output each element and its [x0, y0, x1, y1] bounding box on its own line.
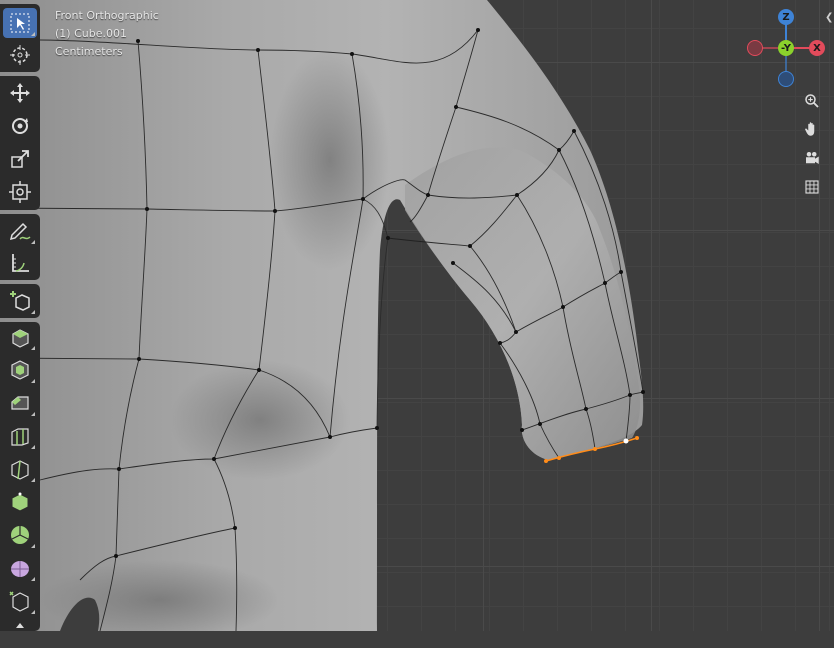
inset-tool-button[interactable]	[3, 355, 37, 385]
scale-icon	[11, 150, 29, 168]
pan-button[interactable]	[800, 117, 824, 141]
bevel-tool-button[interactable]	[3, 388, 37, 418]
inset-icon	[11, 360, 29, 380]
hand-icon	[805, 122, 815, 136]
select-box-icon	[10, 13, 30, 33]
scale-tool-button[interactable]	[3, 144, 37, 174]
extrude-tool-button[interactable]	[3, 322, 37, 352]
cursor-icon	[10, 45, 30, 65]
smooth-tool-button[interactable]	[3, 553, 37, 583]
tool-group-edit	[0, 322, 40, 631]
grid-icon	[805, 180, 819, 194]
camera-button[interactable]	[800, 146, 824, 170]
annotate-tool-button[interactable]	[3, 216, 37, 246]
cursor-tool-button[interactable]	[3, 40, 37, 70]
gizmo-z-axis[interactable]: Z	[778, 9, 794, 25]
smooth-icon	[11, 561, 29, 577]
gizmo-neg-y-axis[interactable]: -Y	[778, 40, 794, 56]
gizmo-x-axis[interactable]: X	[809, 40, 825, 56]
knife-tool-button[interactable]	[3, 454, 37, 484]
knife-icon	[11, 460, 29, 480]
zoom-icon	[805, 94, 819, 108]
spin-icon	[11, 526, 29, 544]
perspective-toggle-button[interactable]	[800, 175, 824, 199]
move-icon	[10, 83, 30, 103]
mesh-object[interactable]	[0, 0, 834, 631]
rip-tool-button[interactable]	[3, 618, 37, 648]
poly-build-icon	[11, 492, 29, 512]
extrude-icon	[12, 329, 29, 348]
tool-group-transform	[0, 76, 40, 210]
spin-tool-button[interactable]	[3, 520, 37, 550]
navigation-gizmo[interactable]: Z -Y X	[745, 8, 831, 94]
add-cube-tool-button[interactable]	[3, 286, 37, 316]
select-box-tool-button[interactable]	[3, 8, 37, 38]
shear-icon	[9, 591, 29, 612]
loop-cut-icon	[11, 428, 29, 446]
annotate-icon	[9, 222, 31, 241]
move-tool-button[interactable]	[3, 78, 37, 108]
shear-tool-button[interactable]	[3, 586, 37, 616]
camera-icon	[806, 152, 819, 164]
add-cube-icon	[10, 291, 30, 311]
units-label: Centimeters	[55, 45, 123, 58]
transform-icon	[9, 181, 31, 203]
measure-tool-button[interactable]	[3, 248, 37, 278]
gizmo-neg-z-axis[interactable]	[778, 71, 794, 87]
3d-viewport[interactable]: Front Orthographic (1) Cube.001 Centimet…	[0, 0, 834, 631]
rip-icon	[16, 623, 24, 628]
zoom-button[interactable]	[800, 89, 824, 113]
rotate-icon	[12, 118, 28, 134]
collapse-arrow-icon[interactable]: ❮	[825, 12, 833, 23]
loop-cut-tool-button[interactable]	[3, 421, 37, 451]
tool-group-annotate	[0, 214, 40, 280]
rotate-tool-button[interactable]	[3, 111, 37, 141]
tool-group-select	[0, 4, 40, 72]
bevel-icon	[11, 396, 29, 410]
poly-build-tool-button[interactable]	[3, 487, 37, 517]
transform-tool-button[interactable]	[3, 177, 37, 207]
object-label: (1) Cube.001	[55, 27, 127, 40]
view-name: Front Orthographic	[55, 9, 159, 22]
measure-icon	[12, 254, 29, 272]
gizmo-neg-x-axis[interactable]	[747, 40, 763, 56]
tool-group-add	[0, 284, 40, 318]
